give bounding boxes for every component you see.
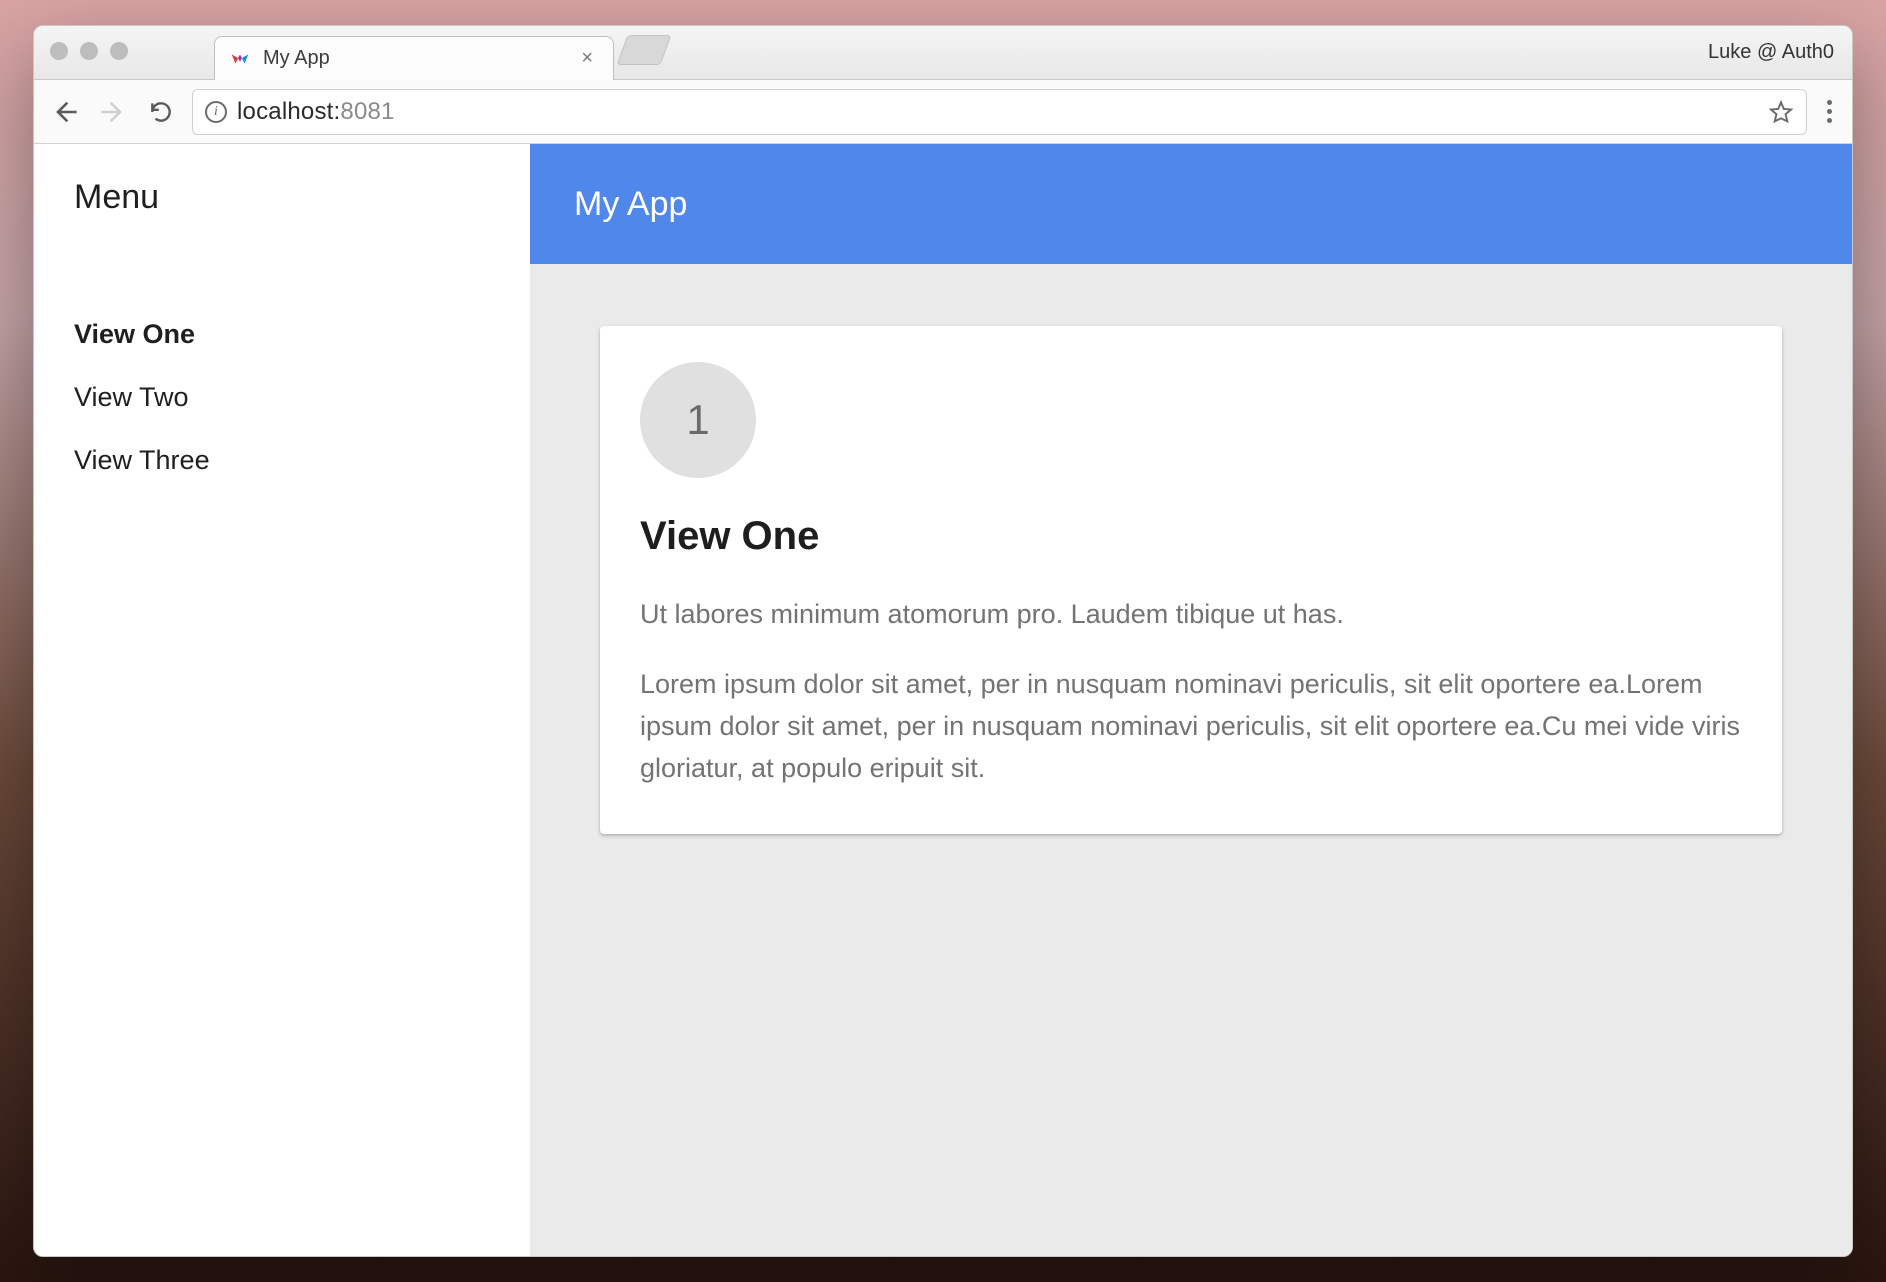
browser-tab[interactable]: My App × (214, 36, 614, 80)
back-button[interactable] (48, 95, 82, 129)
menu-item-view-three[interactable]: View Three (74, 429, 502, 492)
content-area: 1 View One Ut labores minimum atomorum p… (530, 264, 1852, 1256)
drawer-title: Menu (74, 178, 502, 217)
tab-title: My App (263, 47, 563, 70)
browser-menu-button[interactable] (1821, 100, 1838, 123)
window-close-button[interactable] (50, 42, 68, 60)
card-badge: 1 (640, 362, 756, 478)
dot-icon (1827, 100, 1832, 105)
address-bar[interactable]: i localhost:8081 (192, 89, 1807, 135)
page-viewport: Menu View One View Two View Three My App… (34, 144, 1852, 1256)
url-port: 8081 (340, 98, 394, 125)
tabstrip: My App × (214, 26, 666, 79)
main-area: My App 1 View One Ut labores minimum ato… (530, 144, 1852, 1256)
window-minimize-button[interactable] (80, 42, 98, 60)
browser-toolbar: i localhost:8081 (34, 80, 1852, 144)
bookmark-icon[interactable] (1768, 99, 1794, 125)
dot-icon (1827, 109, 1832, 114)
drawer: Menu View One View Two View Three (34, 144, 530, 1256)
app-title: My App (574, 185, 687, 224)
polymer-icon (229, 48, 251, 70)
titlebar: My App × Luke @ Auth0 (34, 26, 1852, 80)
menu-item-view-two[interactable]: View Two (74, 366, 502, 429)
menu-item-view-one[interactable]: View One (74, 303, 502, 366)
card-body: Lorem ipsum dolor sit amet, per in nusqu… (640, 664, 1742, 790)
card-title: View One (640, 514, 1742, 559)
new-tab-button[interactable] (617, 35, 672, 65)
browser-window: My App × Luke @ Auth0 i localhost:8081 (33, 25, 1853, 1257)
card-badge-number: 1 (686, 396, 709, 444)
close-icon[interactable]: × (575, 47, 599, 70)
forward-button[interactable] (96, 95, 130, 129)
dot-icon (1827, 118, 1832, 123)
url-text: localhost:8081 (237, 98, 395, 126)
card-subtitle: Ut labores minimum atomorum pro. Laudem … (640, 595, 1742, 634)
window-maximize-button[interactable] (110, 42, 128, 60)
window-controls (50, 42, 128, 60)
content-card: 1 View One Ut labores minimum atomorum p… (600, 326, 1782, 834)
app-header: My App (530, 144, 1852, 264)
reload-button[interactable] (144, 95, 178, 129)
site-info-icon[interactable]: i (205, 101, 227, 123)
url-host: localhost: (237, 98, 340, 125)
profile-label[interactable]: Luke @ Auth0 (1708, 41, 1834, 64)
